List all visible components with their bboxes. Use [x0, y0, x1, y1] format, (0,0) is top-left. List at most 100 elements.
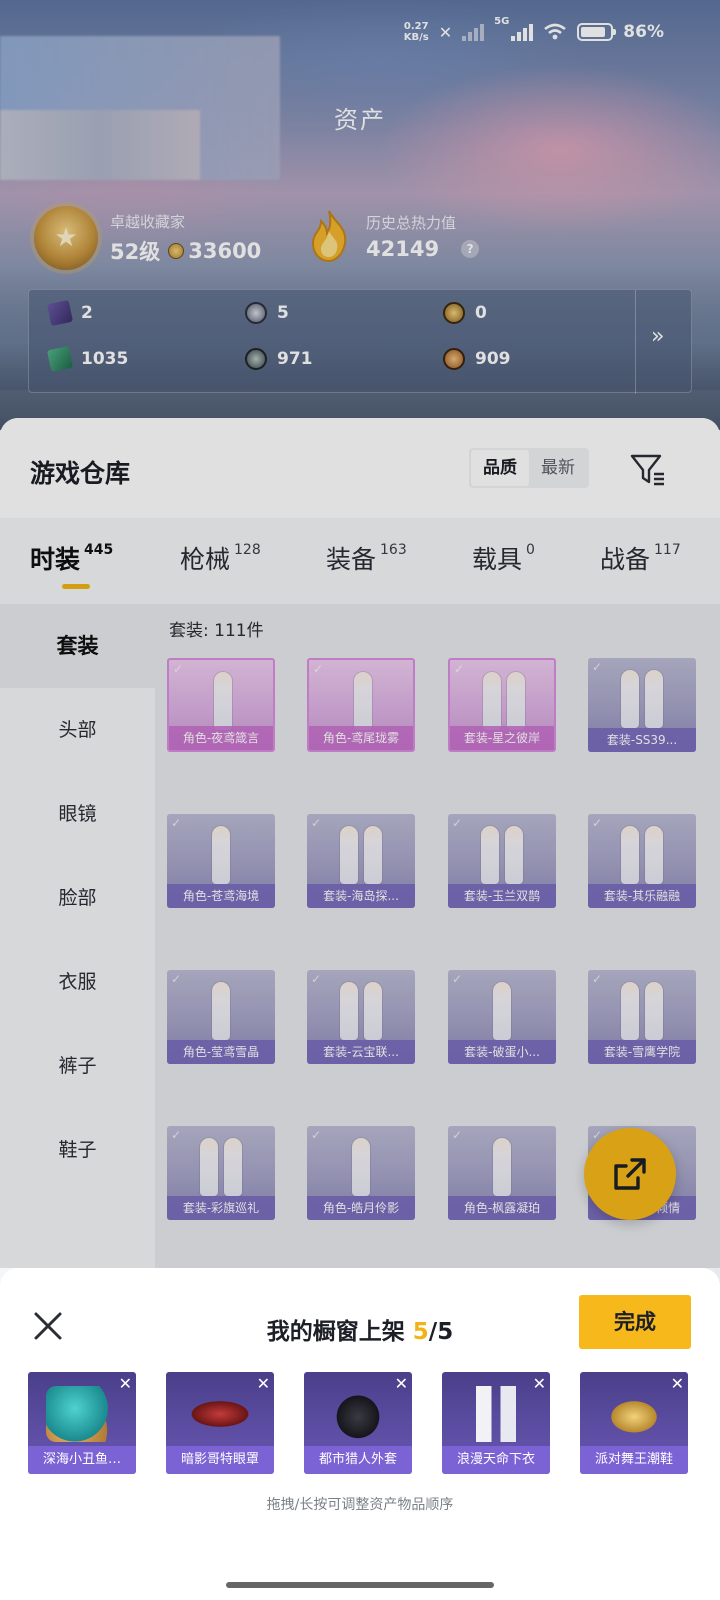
item-card-label: 角色-枫露凝珀	[448, 1196, 556, 1220]
item-card[interactable]: ✓ 套装-SS39...	[588, 658, 696, 752]
help-icon[interactable]: ?	[461, 239, 480, 258]
status-bar: 0.27 KB/s ✕ 5G 86%	[404, 16, 664, 48]
side-item-glasses[interactable]: 眼镜	[0, 772, 155, 856]
sort-quality-button[interactable]: 品质	[471, 450, 529, 486]
remove-icon[interactable]: ✕	[257, 1374, 270, 1393]
share-button[interactable]	[584, 1128, 676, 1220]
dark-coin-icon	[245, 348, 267, 370]
item-card[interactable]: ✓ 套装-星之彼岸	[448, 658, 556, 752]
gold-coin-icon	[443, 302, 465, 324]
tab-equipment[interactable]: 装备 163	[326, 540, 407, 576]
collector-points: 33600	[188, 238, 262, 263]
filter-icon[interactable]	[628, 452, 668, 488]
outfit-figure	[448, 822, 556, 884]
collector-medal-icon: ★	[34, 206, 98, 270]
outfit-figure	[588, 978, 696, 1040]
sort-newest-button[interactable]: 最新	[529, 450, 587, 486]
remove-icon[interactable]: ✕	[119, 1374, 132, 1393]
outfit-figure	[167, 1134, 275, 1196]
collector-points-icon	[168, 242, 185, 259]
outfit-figure	[309, 668, 413, 730]
item-card[interactable]: ✓ 角色-夜鸢箴言	[167, 658, 275, 752]
signal-full-icon	[511, 23, 534, 41]
item-card[interactable]: ✓ 套装-其乐融融	[588, 814, 696, 908]
heat-label: 历史总热力值	[366, 213, 457, 232]
collector-label: 卓越收藏家	[110, 212, 186, 231]
showcase-slot[interactable]: ✕ 都市猎人外套	[304, 1372, 412, 1474]
item-card[interactable]: ✓ 套装-云宝联...	[307, 970, 415, 1064]
item-card[interactable]: ✓ 套装-雪鹰学院	[588, 970, 696, 1064]
item-card[interactable]: ✓ 角色-枫露凝珀	[448, 1126, 556, 1220]
card-purple-icon	[46, 299, 74, 327]
pants-icon	[460, 1386, 532, 1442]
tab-vehicles[interactable]: 载具 0	[472, 540, 535, 576]
mask-icon	[184, 1386, 256, 1442]
remove-icon[interactable]: ✕	[533, 1374, 546, 1393]
remove-icon[interactable]: ✕	[395, 1374, 408, 1393]
side-item-shoes[interactable]: 鞋子	[0, 1108, 155, 1192]
currency-item: 0	[443, 302, 487, 324]
side-item-suit[interactable]: 套装	[0, 604, 155, 688]
outfit-figure	[307, 1134, 415, 1196]
assets-header: 0.27 KB/s ✕ 5G 86% 资产 ★ 卓越收藏家 52级 33600 …	[0, 0, 720, 430]
side-item-clothes[interactable]: 衣服	[0, 940, 155, 1024]
item-card[interactable]: ✓ 角色-鸢尾珑雾	[307, 658, 415, 752]
item-card-label: 套装-海岛探...	[307, 884, 415, 908]
currency-panel[interactable]: 2 5 0 1035 971 909 »	[28, 289, 692, 394]
item-card-label: 套装-雪鹰学院	[588, 1040, 696, 1064]
side-item-head[interactable]: 头部	[0, 688, 155, 772]
collector-level: 52级	[110, 239, 161, 264]
currency-item: 971	[245, 348, 313, 370]
network-speed: 0.27 KB/s	[403, 21, 429, 43]
item-card-label: 角色-鸢尾珑雾	[309, 726, 413, 750]
no-signal-icon: ✕	[438, 22, 453, 42]
item-card-label: 套装-云宝联...	[307, 1040, 415, 1064]
item-card-label: 套装-玉兰双鹊	[448, 884, 556, 908]
item-card[interactable]: ✓ 套装-彩旗巡礼	[167, 1126, 275, 1220]
battery-icon	[577, 23, 617, 41]
showcase-slot[interactable]: ✕ 浪漫天命下衣	[442, 1372, 550, 1474]
showcase-slot[interactable]: ✕ 暗影哥特眼罩	[166, 1372, 274, 1474]
outfit-figure	[588, 822, 696, 884]
tab-weapons[interactable]: 枪械 128	[180, 540, 261, 576]
showcase-slot[interactable]: ✕ 派对舞王潮鞋	[580, 1372, 688, 1474]
item-card[interactable]: ✓ 角色-苍鸢海境	[167, 814, 275, 908]
outfit-figure	[307, 978, 415, 1040]
tab-fashion[interactable]: 时装 445	[30, 540, 113, 576]
item-card-label: 角色-莹鸢雪晶	[167, 1040, 275, 1064]
side-item-face[interactable]: 脸部	[0, 856, 155, 940]
outfit-figure	[167, 978, 275, 1040]
currency-item: 1035	[46, 345, 128, 373]
item-card[interactable]: ✓ 套装-玉兰双鹊	[448, 814, 556, 908]
item-card-label: 套装-破蛋小...	[448, 1040, 556, 1064]
tab-supplies[interactable]: 战备 117	[600, 540, 681, 576]
currency-item: 909	[443, 348, 511, 370]
collector-stat[interactable]: ★ 卓越收藏家 52级 33600	[34, 206, 261, 270]
item-card[interactable]: ✓ 角色-莹鸢雪晶	[167, 970, 275, 1064]
silver-coin-icon	[245, 302, 267, 324]
expand-arrow-icon[interactable]: »	[651, 324, 664, 349]
showcase-current-count: 5	[412, 1319, 429, 1345]
outfit-figure	[588, 666, 696, 728]
warehouse-title: 游戏仓库	[30, 459, 131, 488]
item-card[interactable]: ✓ 套装-破蛋小...	[448, 970, 556, 1064]
shoes-icon	[598, 1386, 670, 1442]
side-item-pants[interactable]: 裤子	[0, 1024, 155, 1108]
item-card-label: 角色-皓月伶影	[307, 1196, 415, 1220]
done-button[interactable]: 完成	[579, 1295, 691, 1349]
signal-empty-icon	[462, 23, 485, 41]
panel-divider	[635, 290, 636, 394]
outfit-figure	[307, 822, 415, 884]
item-card-label: 套装-彩旗巡礼	[167, 1196, 275, 1220]
item-card[interactable]: ✓ 角色-皓月伶影	[307, 1126, 415, 1220]
sort-toggle: 品质 最新	[469, 448, 589, 488]
remove-icon[interactable]: ✕	[671, 1374, 684, 1393]
outfit-figure	[169, 668, 273, 730]
home-indicator[interactable]	[226, 1582, 494, 1588]
showcase-slot[interactable]: ✕ 深海小丑鱼…	[28, 1372, 136, 1474]
wig-icon	[46, 1386, 118, 1442]
outfit-figure	[167, 822, 275, 884]
showcase-panel: 我的橱窗上架 5/5 完成 ✕ 深海小丑鱼… ✕ 暗影哥特眼罩 ✕ 都市猎人外套…	[0, 1268, 720, 1600]
item-card[interactable]: ✓ 套装-海岛探...	[307, 814, 415, 908]
network-type: 5G	[494, 16, 510, 27]
